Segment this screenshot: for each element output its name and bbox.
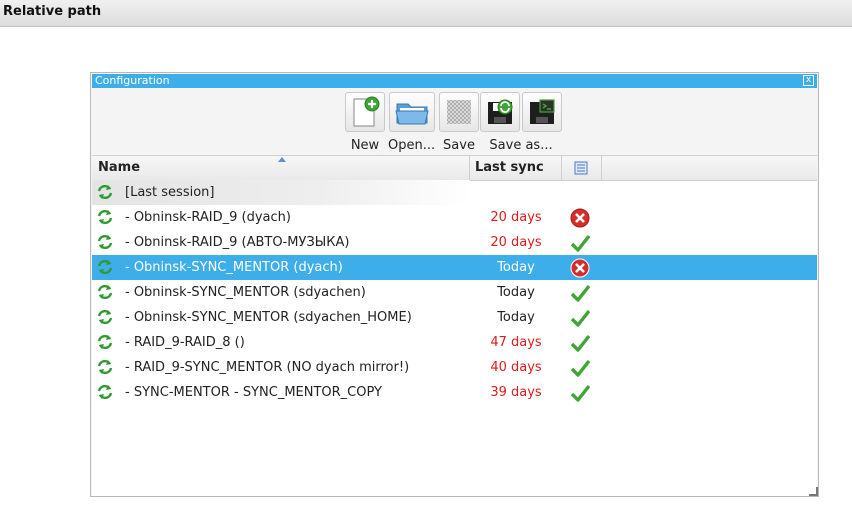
save-sync-icon bbox=[480, 92, 520, 132]
row-last-sync: 20 days bbox=[490, 235, 542, 250]
checkmark-icon bbox=[570, 309, 590, 327]
column-name[interactable]: Name bbox=[92, 156, 470, 180]
new-button[interactable]: New bbox=[345, 92, 385, 153]
sync-icon bbox=[97, 234, 113, 250]
row-last-sync: Today bbox=[497, 285, 535, 300]
resize-grip-icon[interactable] bbox=[808, 486, 818, 496]
folder-open-icon bbox=[388, 92, 435, 132]
save-as-button[interactable]: Save as... bbox=[480, 92, 562, 153]
column-status[interactable] bbox=[562, 156, 602, 180]
column-last-sync-label: Last sync bbox=[475, 160, 544, 175]
save-label: Save bbox=[443, 138, 475, 153]
save-disabled-icon bbox=[439, 92, 479, 132]
row-last-sync: 20 days bbox=[490, 210, 542, 225]
sync-icon bbox=[97, 309, 113, 325]
new-label: New bbox=[350, 138, 380, 153]
configuration-list: Name Last sync [Last session] - Obninsk-… bbox=[92, 155, 817, 496]
panel-titlebar: Configuration x bbox=[92, 74, 817, 88]
sync-icon bbox=[97, 259, 113, 275]
save-as-label: Save as... bbox=[489, 138, 553, 153]
checkmark-icon bbox=[570, 234, 590, 252]
toolbar: New Open... Save Save as... bbox=[91, 89, 818, 155]
sync-icon bbox=[97, 384, 113, 400]
open-label: Open... bbox=[388, 138, 436, 153]
list-item[interactable]: - Obninsk-SYNC_MENTOR (sdyachen_HOME) To… bbox=[92, 305, 817, 330]
open-button[interactable]: Open... bbox=[388, 92, 435, 153]
row-last-sync: 47 days bbox=[490, 335, 542, 350]
window-title: Relative path bbox=[3, 4, 102, 19]
list-item[interactable]: - Obninsk-RAID_9 (dyach) 20 days bbox=[92, 205, 817, 230]
checkmark-icon bbox=[570, 384, 590, 402]
checkmark-icon bbox=[570, 334, 590, 352]
checkmark-icon bbox=[570, 359, 590, 377]
panel-title: Configuration bbox=[95, 74, 170, 87]
row-name: - Obninsk-RAID_9 (АВТО-МУЗЫКА) bbox=[125, 235, 350, 250]
row-last-sync: Today bbox=[497, 310, 535, 325]
sync-icon bbox=[97, 359, 113, 375]
list-item[interactable]: - Obninsk-RAID_9 (АВТО-МУЗЫКА) 20 days bbox=[92, 230, 817, 255]
row-last-sync: 39 days bbox=[490, 385, 542, 400]
row-name: - Obninsk-RAID_9 (dyach) bbox=[125, 210, 291, 225]
row-last-sync: Today bbox=[497, 260, 535, 275]
row-name: - Obninsk-SYNC_MENTOR (dyach) bbox=[125, 260, 343, 275]
configuration-panel: Configuration x New Open... Save Save as… bbox=[90, 72, 819, 497]
close-icon[interactable]: x bbox=[803, 75, 814, 86]
list-item[interactable]: - Obninsk-SYNC_MENTOR (dyach) Today bbox=[92, 255, 817, 280]
sync-icon bbox=[97, 334, 113, 350]
sync-icon bbox=[97, 284, 113, 300]
list-item[interactable]: [Last session] bbox=[92, 180, 470, 205]
checkmark-icon bbox=[570, 284, 590, 302]
list-item[interactable]: - RAID_9-RAID_8 () 47 days bbox=[92, 330, 817, 355]
row-name: - SYNC-MENTOR - SYNC_MENTOR_COPY bbox=[125, 385, 382, 400]
list-item[interactable]: - RAID_9-SYNC_MENTOR (NO dyach mirror!) … bbox=[92, 355, 817, 380]
row-name: - Obninsk-SYNC_MENTOR (sdyachen) bbox=[125, 285, 366, 300]
list-header: Name Last sync bbox=[92, 156, 817, 181]
row-last-sync: 40 days bbox=[490, 360, 542, 375]
list-item[interactable]: - SYNC-MENTOR - SYNC_MENTOR_COPY 39 days bbox=[92, 380, 817, 405]
save-button[interactable]: Save bbox=[439, 92, 479, 153]
sync-icon bbox=[97, 209, 113, 225]
sort-ascending-icon bbox=[278, 157, 286, 162]
row-name: [Last session] bbox=[125, 185, 215, 200]
sync-icon bbox=[97, 184, 113, 200]
row-name: - RAID_9-RAID_8 () bbox=[125, 335, 245, 350]
error-icon bbox=[570, 258, 590, 278]
row-name: - RAID_9-SYNC_MENTOR (NO dyach mirror!) bbox=[125, 360, 410, 375]
column-list-icon bbox=[574, 161, 588, 175]
column-name-label: Name bbox=[98, 160, 141, 175]
list-item[interactable]: - Obninsk-SYNC_MENTOR (sdyachen) Today bbox=[92, 280, 817, 305]
new-document-icon bbox=[345, 92, 385, 132]
save-batch-icon bbox=[522, 92, 562, 132]
error-icon bbox=[570, 208, 590, 228]
column-last-sync[interactable]: Last sync bbox=[470, 156, 562, 180]
row-name: - Obninsk-SYNC_MENTOR (sdyachen_HOME) bbox=[125, 310, 412, 325]
window-titlebar: Relative path bbox=[0, 0, 852, 27]
